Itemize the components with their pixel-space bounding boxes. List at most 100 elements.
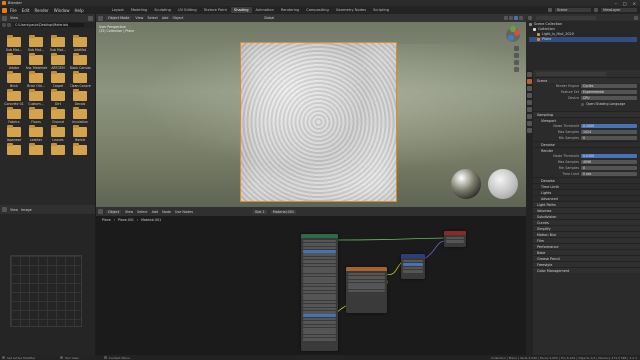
viewport-min-field[interactable]: 0 — [581, 135, 637, 141]
folder-item[interactable]: Arq. Materials — [25, 53, 47, 72]
node-input-field[interactable] — [303, 256, 336, 260]
scene-selector[interactable]: Scene — [555, 8, 591, 12]
camera-icon[interactable] — [514, 60, 519, 65]
tab-texture-paint[interactable]: Texture Paint — [201, 7, 230, 13]
editor-type-icon[interactable] — [528, 15, 532, 20]
render-tab-icon[interactable] — [527, 79, 532, 84]
editor-type-icon[interactable] — [98, 15, 103, 21]
view-layer-selector[interactable]: ViewLayer — [601, 8, 637, 12]
world-tab-icon[interactable] — [527, 107, 532, 112]
editor-type-icon[interactable] — [2, 15, 7, 21]
view-menu[interactable]: View — [10, 16, 18, 20]
shader-editor[interactable]: Object View Select Add Node Use Nodes Sl… — [96, 207, 526, 355]
folder-item[interactable]: Fabrics — [3, 107, 25, 126]
outliner-row-plane[interactable]: Plane — [529, 37, 637, 42]
node-input-field[interactable] — [303, 260, 336, 263]
modifier-tab-icon[interactable] — [527, 121, 532, 126]
folder-item[interactable]: Marble — [69, 125, 91, 144]
device-dropdown[interactable]: CPU — [581, 95, 637, 101]
folder-item[interactable]: Sub Mat... — [25, 35, 47, 54]
node-input-field[interactable] — [303, 331, 336, 334]
tab-compositing[interactable]: Compositing — [303, 7, 332, 13]
time-limit-field[interactable]: 0 sec — [581, 171, 637, 177]
node-input-field[interactable] — [303, 307, 336, 311]
node-input-field[interactable] — [303, 290, 336, 294]
node-input-field[interactable] — [303, 314, 336, 317]
folder-item[interactable] — [25, 143, 47, 162]
node-input-field[interactable] — [303, 311, 336, 314]
folder-item[interactable]: Custom... — [25, 89, 47, 108]
zoom-icon[interactable] — [514, 46, 519, 51]
tab-sculpting[interactable]: Sculpting — [151, 7, 174, 13]
tab-shading[interactable]: Shading — [230, 7, 252, 13]
tool-tab-icon[interactable] — [527, 72, 532, 77]
menu-window[interactable]: Window — [54, 8, 70, 13]
wireframe-icon[interactable] — [504, 16, 508, 20]
view-layer-icon[interactable] — [594, 8, 598, 12]
viewport-max-field[interactable]: 1024 — [581, 129, 637, 135]
principled-bsdf-node[interactable] — [301, 234, 338, 351]
node-input-field[interactable] — [303, 253, 336, 256]
blender-menu-icon[interactable] — [2, 7, 7, 13]
folder-item[interactable]: ARTGEM — [47, 53, 69, 72]
tab-modeling[interactable]: Modeling — [128, 7, 150, 13]
solid-icon[interactable] — [509, 16, 513, 20]
tab-uv-editing[interactable]: UV Editing — [175, 7, 200, 13]
tab-layout[interactable]: Layout — [109, 7, 127, 13]
node-input-field[interactable] — [303, 270, 336, 273]
select-menu[interactable]: Select — [147, 16, 157, 20]
image-menu[interactable]: Image — [21, 208, 32, 212]
folder-item[interactable]: Decals — [69, 89, 91, 108]
search-input[interactable] — [536, 15, 596, 20]
viewport-noise-field[interactable]: 0.1000 — [581, 123, 637, 129]
minimize-icon[interactable]: – — [615, 1, 617, 6]
editor-type-icon[interactable] — [2, 207, 7, 212]
menu-file[interactable]: File — [10, 8, 17, 13]
material-tab-icon[interactable] — [527, 128, 532, 133]
close-icon[interactable]: × — [633, 1, 636, 6]
node-input-field[interactable] — [303, 246, 336, 250]
node-input-field[interactable] — [303, 287, 336, 290]
mode-selector[interactable]: Object Mode — [106, 16, 132, 20]
node-input-field[interactable] — [303, 334, 336, 338]
node-input-field[interactable] — [303, 327, 336, 331]
node-input-field[interactable] — [303, 297, 336, 301]
menu-edit[interactable]: Edit — [22, 8, 30, 13]
folder-item[interactable]: Clean Concrete — [69, 71, 91, 90]
output-tab-icon[interactable] — [527, 86, 532, 91]
navigation-gizmo[interactable] — [506, 26, 520, 42]
back-icon[interactable] — [2, 23, 6, 27]
osl-checkbox[interactable] — [581, 102, 584, 106]
material-preview-icon[interactable] — [514, 16, 518, 20]
node-input-field[interactable] — [303, 249, 336, 253]
scene-icon[interactable] — [548, 8, 552, 12]
view-layer-tab-icon[interactable] — [527, 93, 532, 98]
render-max-field[interactable]: 4096 — [581, 159, 637, 165]
displacement-node[interactable] — [401, 254, 425, 279]
forward-icon[interactable] — [7, 23, 11, 27]
node-input-field[interactable] — [303, 321, 336, 324]
menu-render[interactable]: Render — [34, 8, 48, 13]
node-input-field[interactable] — [303, 277, 336, 280]
selected-plane-object[interactable] — [240, 42, 397, 202]
folder-item[interactable] — [3, 143, 25, 162]
folder-item[interactable] — [69, 143, 91, 162]
folder-item[interactable]: Adobe — [3, 53, 25, 72]
render-engine-dropdown[interactable]: Cycles — [581, 83, 637, 89]
3d-viewport[interactable]: Object Mode View Select Add Object Globa… — [96, 14, 526, 207]
node-input-field[interactable] — [303, 263, 336, 267]
image-texture-node[interactable] — [346, 267, 387, 313]
filter-icon[interactable] — [634, 15, 638, 20]
folder-item[interactable]: Concrete 01 — [3, 89, 25, 108]
node-input-field[interactable] — [303, 294, 336, 297]
folder-item[interactable]: Sub Mat... — [47, 35, 69, 54]
render-noise-field[interactable]: 0.0100 — [581, 153, 637, 159]
folder-item[interactable]: Black Canvas — [69, 53, 91, 72]
ortho-icon[interactable] — [514, 67, 519, 72]
filter-icon[interactable] — [88, 15, 93, 21]
node-input-field[interactable] — [303, 273, 336, 277]
folder-item[interactable]: Leather — [25, 125, 47, 144]
view-menu[interactable]: View — [135, 16, 143, 20]
folder-item[interactable]: Floors — [25, 107, 47, 126]
view-menu[interactable]: View — [10, 208, 18, 212]
